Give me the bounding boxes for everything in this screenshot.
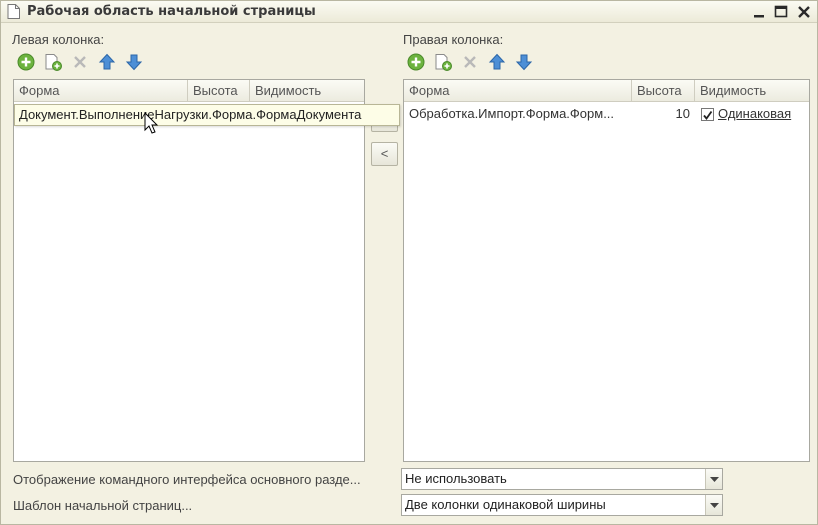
right-column-table[interactable]: Форма Высота Видимость Обработка.Импорт.… [403, 79, 810, 462]
template-value: Две колонки одинаковой ширины [405, 497, 606, 512]
right-move-down-button[interactable] [514, 52, 534, 72]
add-icon [17, 53, 35, 71]
add-icon [407, 53, 425, 71]
form-tooltip: Документ.ВыполнениеНагрузки.Форма.ФормаД… [14, 104, 400, 126]
move-down-icon [515, 54, 533, 71]
left-move-down-button[interactable] [124, 52, 144, 72]
left-delete-button[interactable] [70, 52, 90, 72]
right-column-label: Правая колонка: [403, 32, 504, 47]
right-move-up-button[interactable] [487, 52, 507, 72]
row-height: 10 [675, 106, 690, 121]
table-row[interactable]: Обработка.Импорт.Форма.Форм... 10 Одинак… [404, 103, 809, 125]
maximize-icon [774, 5, 788, 18]
cmd-interface-dropdown-button[interactable] [705, 469, 722, 489]
close-icon [798, 6, 810, 18]
move-up-icon [488, 53, 506, 70]
delete-icon [464, 56, 476, 68]
start-page-workspace-window: Рабочая область начальной страницы Левая… [0, 0, 818, 525]
right-header-visibility[interactable]: Видимость [695, 80, 811, 102]
row-form: Обработка.Импорт.Форма.Форм... [409, 106, 615, 121]
template-select[interactable]: Две колонки одинаковой ширины [401, 494, 723, 516]
copy-icon [45, 54, 62, 71]
checkmark-icon [703, 110, 713, 120]
left-copy-button[interactable] [43, 52, 63, 72]
move-down-icon [125, 54, 143, 71]
row-visibility-link[interactable]: Одинаковая [718, 103, 808, 125]
row-visible-checkbox[interactable] [701, 108, 714, 121]
mouse-cursor-icon [144, 112, 159, 134]
chevron-down-icon [710, 503, 719, 508]
cmd-interface-select[interactable]: Не использовать [401, 468, 723, 490]
titlebar: Рабочая область начальной страницы [1, 1, 817, 23]
close-button[interactable] [795, 3, 813, 21]
right-table-header: Форма Высота Видимость [404, 80, 809, 102]
left-move-up-button[interactable] [97, 52, 117, 72]
left-header-form[interactable]: Форма [14, 80, 188, 102]
right-add-button[interactable] [406, 52, 426, 72]
left-header-height[interactable]: Высота [188, 80, 250, 102]
window-title: Рабочая область начальной страницы [27, 4, 316, 19]
right-header-form[interactable]: Форма [404, 80, 632, 102]
template-dropdown-button[interactable] [705, 495, 722, 515]
template-label: Шаблон начальной страниц... [13, 498, 193, 513]
left-column-table[interactable]: Форма Высота Видимость [13, 79, 365, 462]
left-header-visibility[interactable]: Видимость [250, 80, 366, 102]
minimize-button[interactable] [750, 3, 768, 21]
cmd-interface-value: Не использовать [405, 471, 507, 486]
copy-icon [435, 54, 452, 71]
delete-icon [74, 56, 86, 68]
maximize-button[interactable] [772, 3, 790, 21]
chevron-down-icon [710, 477, 719, 482]
minimize-icon [754, 15, 764, 18]
right-delete-button[interactable] [460, 52, 480, 72]
right-copy-button[interactable] [433, 52, 453, 72]
left-column-label: Левая колонка: [12, 32, 105, 47]
move-up-icon [98, 53, 116, 70]
left-table-header: Форма Высота Видимость [14, 80, 364, 102]
document-icon [7, 4, 20, 19]
move-left-button[interactable]: < [371, 142, 398, 166]
left-add-button[interactable] [16, 52, 36, 72]
cmd-interface-label: Отображение командного интерфейса основн… [13, 472, 361, 487]
right-header-height[interactable]: Высота [632, 80, 695, 102]
